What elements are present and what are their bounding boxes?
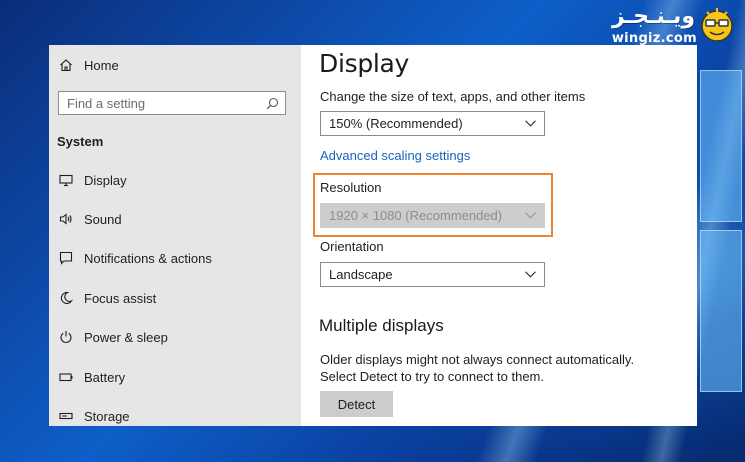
sidebar: Home Find a setting System Display Sound… xyxy=(49,45,301,426)
scale-value: 150% (Recommended) xyxy=(329,116,463,131)
sidebar-item-battery[interactable]: Battery xyxy=(49,360,301,394)
sidebar-item-label: Home xyxy=(84,57,119,73)
windows-logo-graphic xyxy=(700,70,745,400)
sidebar-item-label: Storage xyxy=(84,408,130,424)
search-icon xyxy=(266,97,279,109)
watermark-script: ويـنـجـز xyxy=(611,4,695,29)
watermark-url: wingiz.com xyxy=(611,31,697,46)
sidebar-item-display[interactable]: Display xyxy=(49,163,301,197)
resolution-value: 1920 × 1080 (Recommended) xyxy=(329,208,503,223)
chevron-down-icon xyxy=(525,271,536,278)
sidebar-item-label: Power & sleep xyxy=(84,329,168,345)
search-input[interactable]: Find a setting xyxy=(58,91,286,115)
section-heading: System xyxy=(57,134,104,149)
home-icon xyxy=(58,57,74,73)
orientation-dropdown[interactable]: Landscape xyxy=(320,262,545,287)
sidebar-item-focus-assist[interactable]: Focus assist xyxy=(49,281,301,315)
smiley-mascot-icon xyxy=(701,8,733,42)
notification-icon xyxy=(58,250,74,266)
multiple-displays-heading: Multiple displays xyxy=(319,316,444,335)
advanced-scaling-link[interactable]: Advanced scaling settings xyxy=(320,148,470,163)
detect-button[interactable]: Detect xyxy=(320,391,393,417)
sidebar-item-storage[interactable]: Storage xyxy=(49,399,301,426)
main-content: Display Change the size of text, apps, a… xyxy=(301,45,697,426)
watermark-logo: ويـنـجـز wingiz.com xyxy=(597,2,737,48)
settings-window: Home Find a setting System Display Sound… xyxy=(49,45,697,426)
scale-label: Change the size of text, apps, and other… xyxy=(320,89,586,104)
page-title: Display xyxy=(319,49,410,78)
battery-icon xyxy=(58,369,74,385)
orientation-value: Landscape xyxy=(329,267,393,282)
resolution-dropdown[interactable]: 1920 × 1080 (Recommended) xyxy=(320,203,545,228)
resolution-label: Resolution xyxy=(320,180,382,195)
orientation-label: Orientation xyxy=(320,239,384,254)
sidebar-item-label: Battery xyxy=(84,369,126,385)
chevron-down-icon xyxy=(525,120,536,127)
speaker-icon xyxy=(58,211,74,227)
sidebar-item-home[interactable]: Home xyxy=(49,48,301,82)
moon-icon xyxy=(58,290,74,306)
sidebar-item-power-sleep[interactable]: Power & sleep xyxy=(49,320,301,354)
sidebar-item-label: Display xyxy=(84,172,127,188)
scale-dropdown[interactable]: 150% (Recommended) xyxy=(320,111,545,136)
multiple-displays-description: Older displays might not always connect … xyxy=(320,352,635,384)
storage-icon xyxy=(58,408,74,424)
monitor-icon xyxy=(58,172,74,188)
sidebar-item-label: Focus assist xyxy=(84,290,157,306)
sidebar-item-notifications[interactable]: Notifications & actions xyxy=(49,241,301,275)
search-placeholder: Find a setting xyxy=(67,95,146,111)
sidebar-item-label: Notifications & actions xyxy=(84,250,212,266)
chevron-down-icon xyxy=(525,212,536,219)
sidebar-item-label: Sound xyxy=(84,211,122,227)
sidebar-item-sound[interactable]: Sound xyxy=(49,202,301,236)
power-icon xyxy=(58,329,74,345)
